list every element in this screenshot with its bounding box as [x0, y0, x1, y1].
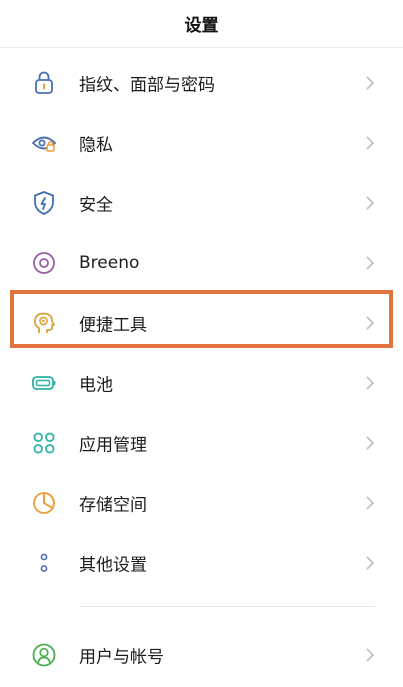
settings-item-label: 指纹、面部与密码	[79, 75, 215, 96]
settings-item-label: 安全	[79, 195, 113, 216]
settings-item-convenience-tools[interactable]: 便捷工具	[0, 293, 403, 353]
chevron-right-icon	[363, 314, 377, 332]
chevron-right-icon	[363, 74, 377, 92]
user-icon	[30, 641, 58, 669]
chevron-right-icon	[363, 434, 377, 452]
settings-item-other-settings[interactable]: 其他设置	[0, 533, 403, 593]
chevron-right-icon	[363, 134, 377, 152]
settings-item-fingerprint-face-password[interactable]: 指纹、面部与密码	[0, 53, 403, 113]
settings-list: 指纹、面部与密码 隐私 安全 Breeno 便捷工具 电池 应用管理 存储空间 …	[0, 53, 403, 593]
settings-item-storage[interactable]: 存储空间	[0, 473, 403, 533]
settings-item-app-management[interactable]: 应用管理	[0, 413, 403, 473]
settings-item-privacy[interactable]: 隐私	[0, 113, 403, 173]
settings-item-label: 电池	[79, 375, 113, 396]
settings-item-breeno[interactable]: Breeno	[0, 233, 403, 293]
settings-item-security[interactable]: 安全	[0, 173, 403, 233]
chevron-right-icon	[363, 494, 377, 512]
settings-item-label: 用户与帐号	[79, 647, 164, 668]
chevron-right-icon	[363, 646, 377, 664]
chevron-right-icon	[363, 254, 377, 272]
settings-item-label: 隐私	[79, 135, 113, 156]
apps-icon	[30, 429, 58, 457]
settings-item-label: 便捷工具	[79, 315, 147, 336]
eye-lock-icon	[30, 129, 58, 157]
head-gear-icon	[30, 309, 58, 337]
page-title-bar: 设置	[0, 0, 403, 48]
settings-item-label: 应用管理	[79, 435, 147, 456]
chevron-right-icon	[363, 194, 377, 212]
chevron-right-icon	[363, 374, 377, 392]
lock-icon	[30, 69, 58, 97]
settings-item-label: 存储空间	[79, 495, 147, 516]
page-title: 设置	[184, 16, 219, 36]
settings-item-battery[interactable]: 电池	[0, 353, 403, 413]
settings-item-label: Breeno	[79, 253, 140, 273]
breeno-icon	[30, 249, 58, 277]
chevron-right-icon	[363, 554, 377, 572]
storage-pie-icon	[30, 489, 58, 517]
battery-icon	[30, 369, 58, 397]
settings-item-label: 其他设置	[79, 555, 147, 576]
settings-item-users-accounts[interactable]: 用户与帐号	[0, 625, 403, 685]
divider	[79, 606, 375, 607]
shield-icon	[30, 189, 58, 217]
more-dots-icon	[30, 549, 58, 577]
